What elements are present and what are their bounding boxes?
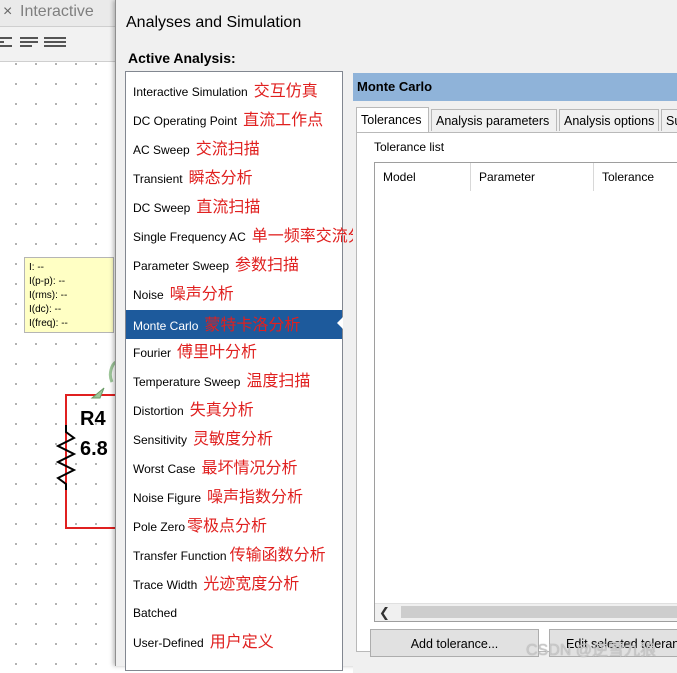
analysis-label: Transfer Function — [133, 549, 227, 563]
tab-content: Tolerance list Model Parameter Tolerance… — [356, 132, 677, 652]
analysis-note: 零极点分析 — [187, 516, 268, 535]
analysis-label: Worst Case — [133, 462, 196, 476]
analysis-item-noise-figure[interactable]: Noise Figure 噪声指数分析 — [126, 484, 342, 510]
column-header-tolerance[interactable]: Tolerance — [594, 163, 677, 191]
active-analysis-label: Active Analysis: — [128, 50, 236, 66]
dialog-title: Analyses and Simulation — [126, 14, 302, 31]
probe-line: I(dc): -- — [29, 304, 62, 315]
watermark: CSDN @逆雪九狼 — [526, 642, 657, 659]
analysis-item-noise[interactable]: Noise 噪声分析 — [126, 281, 342, 307]
probe-arrow-icon — [90, 387, 105, 399]
tab-summary[interactable]: Su — [661, 109, 677, 131]
analysis-item-interactive-simulation[interactable]: Interactive Simulation 交互仿真 — [126, 78, 342, 104]
analysis-label: Batched — [133, 606, 178, 620]
analysis-label: Sensitivity — [133, 433, 188, 447]
analysis-note: 灵敏度分析 — [193, 429, 274, 448]
analysis-item-temperature-sweep[interactable]: Temperature Sweep 温度扫描 — [126, 368, 342, 394]
analysis-label: Interactive Simulation — [133, 85, 248, 99]
probe-line: I: -- — [29, 262, 44, 273]
analysis-settings-panel: Monte Carlo Tolerances Analysis paramete… — [353, 73, 677, 673]
analysis-label: User-Defined — [133, 636, 204, 650]
panel-header: Monte Carlo — [353, 73, 677, 101]
tolerance-table[interactable]: Model Parameter Tolerance ❮ — [374, 162, 677, 622]
schematic-toolbar — [0, 27, 118, 62]
analysis-note: 直流工作点 — [243, 110, 324, 129]
analysis-label: Temperature Sweep — [133, 375, 241, 389]
list-icon[interactable] — [20, 35, 38, 51]
analysis-item-fourier[interactable]: Fourier 傅里叶分析 — [126, 339, 342, 365]
tolerance-list-label: Tolerance list — [374, 140, 445, 154]
analyses-dialog: Analyses and Simulation Active Analysis:… — [115, 0, 677, 673]
analysis-item-batched[interactable]: Batched — [126, 600, 342, 626]
analysis-item-user-defined[interactable]: User-Defined 用户定义 — [126, 629, 342, 655]
analysis-label: DC Operating Point — [133, 114, 238, 128]
resistor-reference: R4 — [80, 408, 106, 430]
analysis-note: 失真分析 — [189, 400, 254, 419]
analysis-note: 温度扫描 — [246, 371, 311, 390]
analysis-label: Trace Width — [133, 578, 198, 592]
analysis-item-dc-operating-point[interactable]: DC Operating Point 直流工作点 — [126, 107, 342, 133]
analysis-label: Fourier — [133, 346, 172, 360]
analysis-item-trace-width[interactable]: Trace Width 光迹宽度分析 — [126, 571, 342, 597]
add-tolerance-button[interactable]: Add tolerance... — [370, 629, 539, 657]
schematic-title: Interactive — [20, 3, 94, 20]
analysis-note: 交互仿真 — [253, 81, 318, 100]
probe-line: I(p-p): -- — [29, 276, 66, 287]
analysis-label: AC Sweep — [133, 143, 190, 157]
analysis-note: 交流扫描 — [195, 139, 260, 158]
analysis-note: 参数扫描 — [235, 255, 300, 274]
analysis-note: 直流扫描 — [196, 197, 261, 216]
probe-readout[interactable]: I: -- I(p-p): -- I(rms): -- I(dc): -- I(… — [24, 257, 114, 333]
analysis-item-monte-carlo[interactable]: Monte Carlo 蒙特卡洛分析 — [126, 310, 343, 339]
analysis-label: Noise — [133, 288, 164, 302]
analysis-item-dc-sweep[interactable]: DC Sweep 直流扫描 — [126, 194, 342, 220]
analysis-item-pole-zero[interactable]: Pole Zero 零极点分析 — [126, 513, 342, 539]
analysis-note: 传输函数分析 — [229, 545, 326, 564]
probe-line: I(rms): -- — [29, 290, 68, 301]
analysis-item-ac-sweep[interactable]: AC Sweep 交流扫描 — [126, 136, 342, 162]
analysis-label: Pole Zero — [133, 520, 186, 534]
analysis-item-transfer-function[interactable]: Transfer Function 传输函数分析 — [126, 542, 342, 568]
analysis-label: Parameter Sweep — [133, 259, 230, 273]
analysis-item-parameter-sweep[interactable]: Parameter Sweep 参数扫描 — [126, 252, 342, 278]
scroll-left-icon[interactable]: ❮ — [379, 604, 390, 621]
analysis-label: Distortion — [133, 404, 184, 418]
align-icon[interactable] — [0, 35, 12, 51]
analysis-label: Monte Carlo — [133, 319, 199, 333]
tab-analysis-parameters[interactable]: Analysis parameters — [431, 109, 557, 131]
analysis-list[interactable]: Interactive Simulation 交互仿真 DC Operating … — [125, 71, 380, 671]
analysis-label: DC Sweep — [133, 201, 191, 215]
scrollbar-thumb[interactable] — [401, 606, 677, 618]
tab-tolerances[interactable]: Tolerances — [356, 107, 429, 132]
analysis-note: 噪声指数分析 — [207, 487, 304, 506]
tab-analysis-options[interactable]: Analysis options — [559, 109, 659, 131]
analysis-item-transient[interactable]: Transient 瞬态分析 — [126, 165, 342, 191]
analysis-item-distortion[interactable]: Distortion 失真分析 — [126, 397, 342, 423]
table-icon[interactable] — [44, 35, 66, 51]
analysis-label: Single Frequency AC — [133, 230, 246, 244]
analysis-item-worst-case[interactable]: Worst Case 最坏情况分析 — [126, 455, 342, 481]
probe-line: I(freq): -- — [29, 318, 68, 329]
analysis-note: 最坏情况分析 — [201, 458, 298, 477]
schematic-title-bar: × Interactive — [0, 0, 118, 27]
analysis-note: 用户定义 — [209, 632, 274, 651]
analysis-note: 光迹宽度分析 — [203, 574, 300, 593]
analysis-label: Transient — [133, 172, 183, 186]
analysis-item-sensitivity[interactable]: Sensitivity 灵敏度分析 — [126, 426, 342, 452]
column-header-parameter[interactable]: Parameter — [471, 163, 594, 191]
analysis-note: 傅里叶分析 — [177, 342, 258, 361]
close-icon[interactable]: × — [3, 3, 12, 21]
analysis-note: 瞬态分析 — [188, 168, 253, 187]
analysis-item-single-frequency-ac[interactable]: Single Frequency AC 单一频率交流分析 — [126, 223, 380, 249]
column-header-model[interactable]: Model — [375, 163, 471, 191]
analysis-label: Noise Figure — [133, 491, 202, 505]
analysis-note: 噪声分析 — [169, 284, 234, 303]
analysis-note: 蒙特卡洛分析 — [204, 315, 301, 334]
resistor-value: 6.8 — [80, 438, 108, 460]
horizontal-scrollbar[interactable]: ❮ — [375, 603, 677, 621]
